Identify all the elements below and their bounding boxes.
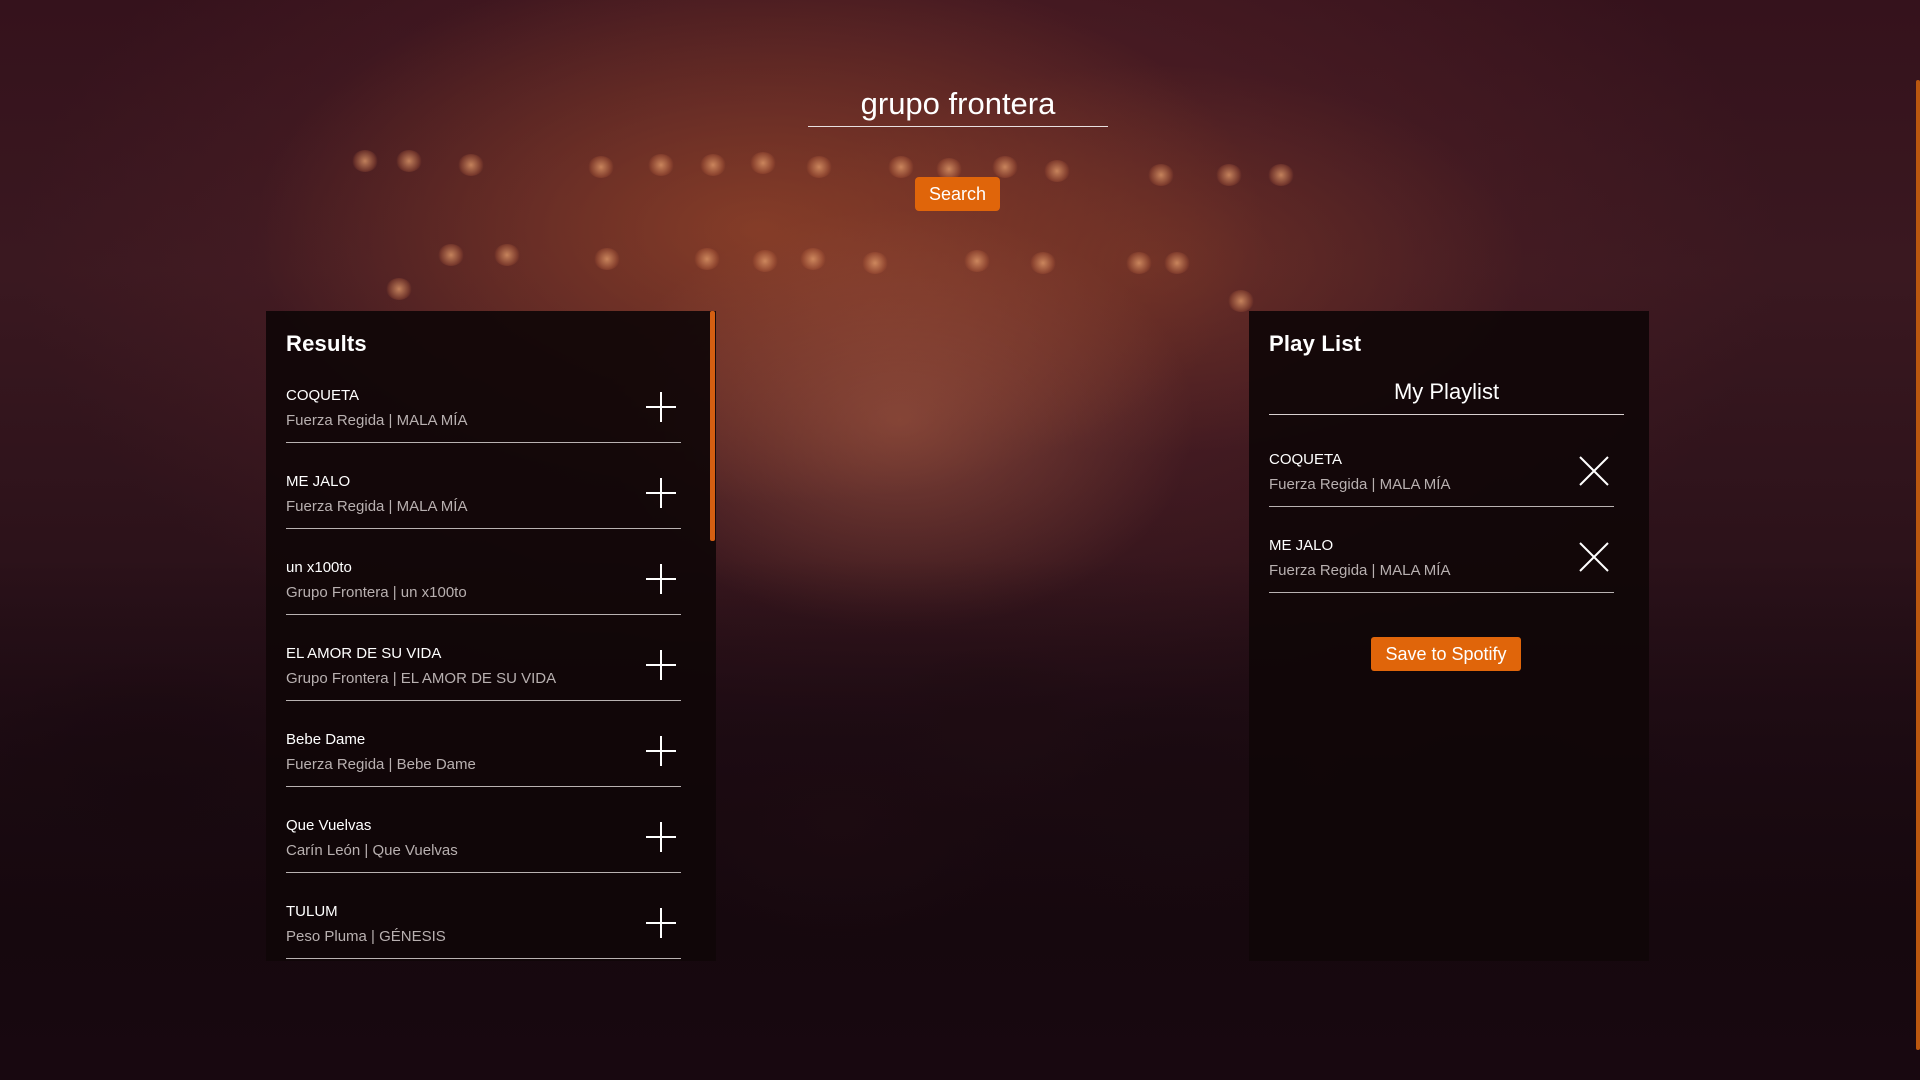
remove-track-button[interactable] bbox=[1574, 451, 1614, 491]
playlist-track-list: COQUETA Fuerza Regida | MALA MÍA ME JALO… bbox=[1269, 441, 1625, 593]
results-title: Results bbox=[286, 331, 367, 356]
stage-light bbox=[862, 252, 888, 274]
track-info: Fuerza Regida | MALA MÍA bbox=[1269, 476, 1451, 493]
track-name: un x100to bbox=[286, 559, 352, 576]
result-track: Que Vuelvas Carín León | Que Vuelvas bbox=[286, 807, 681, 873]
app-root: Search Results COQUETA Fuerza Regida | M… bbox=[0, 0, 1920, 1080]
plus-icon bbox=[646, 478, 676, 508]
stage-light bbox=[438, 244, 464, 266]
add-track-button[interactable] bbox=[641, 731, 681, 771]
stage-light bbox=[648, 154, 674, 176]
stage-light bbox=[386, 278, 412, 300]
track-name: ME JALO bbox=[1269, 537, 1334, 554]
result-track: EL AMOR DE SU VIDA Grupo Frontera | EL A… bbox=[286, 635, 681, 701]
track-info: Grupo Frontera | EL AMOR DE SU VIDA bbox=[286, 670, 557, 687]
plus-icon bbox=[646, 908, 676, 938]
track-name: COQUETA bbox=[286, 387, 360, 404]
track-info: Fuerza Regida | Bebe Dame bbox=[286, 756, 476, 773]
track-info: Fuerza Regida | MALA MÍA bbox=[286, 412, 468, 429]
stage-light bbox=[694, 248, 720, 270]
plus-icon bbox=[646, 564, 676, 594]
playlist-track: COQUETA Fuerza Regida | MALA MÍA bbox=[1269, 441, 1614, 507]
plus-icon bbox=[646, 392, 676, 422]
stage-light bbox=[1268, 164, 1294, 186]
result-track: Bebe Dame Fuerza Regida | Bebe Dame bbox=[286, 721, 681, 787]
stage-light bbox=[494, 244, 520, 266]
add-track-button[interactable] bbox=[641, 559, 681, 599]
plus-icon bbox=[646, 650, 676, 680]
track-name: Que Vuelvas bbox=[286, 817, 372, 834]
stage-light bbox=[800, 248, 826, 270]
plus-icon bbox=[646, 822, 676, 852]
results-scrollbar[interactable] bbox=[710, 311, 715, 541]
playlist-panel: Play List My Playlist COQUETA Fuerza Reg… bbox=[1249, 311, 1649, 961]
result-track: un x100to Grupo Frontera | un x100to bbox=[286, 549, 681, 615]
stage-light bbox=[594, 248, 620, 270]
track-name: EL AMOR DE SU VIDA bbox=[286, 645, 442, 662]
stage-light bbox=[992, 156, 1018, 178]
stage-light bbox=[1044, 160, 1070, 182]
results-track-list: COQUETA Fuerza Regida | MALA MÍA ME JALO… bbox=[286, 377, 716, 959]
stage-light bbox=[458, 154, 484, 176]
playlist-title: Play List bbox=[1269, 331, 1362, 356]
stage-light bbox=[964, 250, 990, 272]
result-track: TULUM Peso Pluma | GÉNESIS bbox=[286, 893, 681, 959]
close-icon bbox=[1579, 456, 1609, 486]
stage-light bbox=[752, 250, 778, 272]
track-info: Fuerza Regida | MALA MÍA bbox=[1269, 562, 1451, 579]
add-track-button[interactable] bbox=[641, 387, 681, 427]
stage-light bbox=[1126, 252, 1152, 274]
save-to-spotify-button[interactable]: Save to Spotify bbox=[1371, 637, 1521, 671]
remove-track-button[interactable] bbox=[1574, 537, 1614, 577]
track-info: Fuerza Regida | MALA MÍA bbox=[286, 498, 468, 515]
search-button[interactable]: Search bbox=[915, 177, 1000, 211]
track-name: COQUETA bbox=[1269, 451, 1343, 468]
results-panel: Results COQUETA Fuerza Regida | MALA MÍA… bbox=[266, 311, 716, 961]
stage-light bbox=[1148, 164, 1174, 186]
track-info: Peso Pluma | GÉNESIS bbox=[286, 928, 446, 945]
track-name: Bebe Dame bbox=[286, 731, 366, 748]
track-info: Grupo Frontera | un x100to bbox=[286, 584, 467, 601]
add-track-button[interactable] bbox=[641, 645, 681, 685]
stage-light bbox=[1216, 164, 1242, 186]
track-name: ME JALO bbox=[286, 473, 351, 490]
stage-light bbox=[1164, 252, 1190, 274]
page-scrollbar[interactable] bbox=[1916, 80, 1920, 1050]
add-track-button[interactable] bbox=[641, 903, 681, 943]
track-info: Carín León | Que Vuelvas bbox=[286, 842, 458, 859]
stage-light bbox=[588, 156, 614, 178]
stage-light bbox=[352, 150, 378, 172]
close-icon bbox=[1579, 542, 1609, 572]
stage-light bbox=[700, 154, 726, 176]
result-track: ME JALO Fuerza Regida | MALA MÍA bbox=[286, 463, 681, 529]
stage-light bbox=[888, 156, 914, 178]
add-track-button[interactable] bbox=[641, 473, 681, 513]
playlist-name-field[interactable]: My Playlist bbox=[1269, 374, 1624, 415]
stage-light bbox=[1228, 290, 1254, 312]
result-track: COQUETA Fuerza Regida | MALA MÍA bbox=[286, 377, 681, 443]
stage-light bbox=[806, 156, 832, 178]
stage-light bbox=[396, 150, 422, 172]
stage-light bbox=[1030, 252, 1056, 274]
stage-light bbox=[750, 152, 776, 174]
track-name: TULUM bbox=[286, 903, 338, 920]
playlist-track: ME JALO Fuerza Regida | MALA MÍA bbox=[1269, 527, 1614, 593]
search-input[interactable] bbox=[808, 82, 1108, 127]
add-track-button[interactable] bbox=[641, 817, 681, 857]
plus-icon bbox=[646, 736, 676, 766]
